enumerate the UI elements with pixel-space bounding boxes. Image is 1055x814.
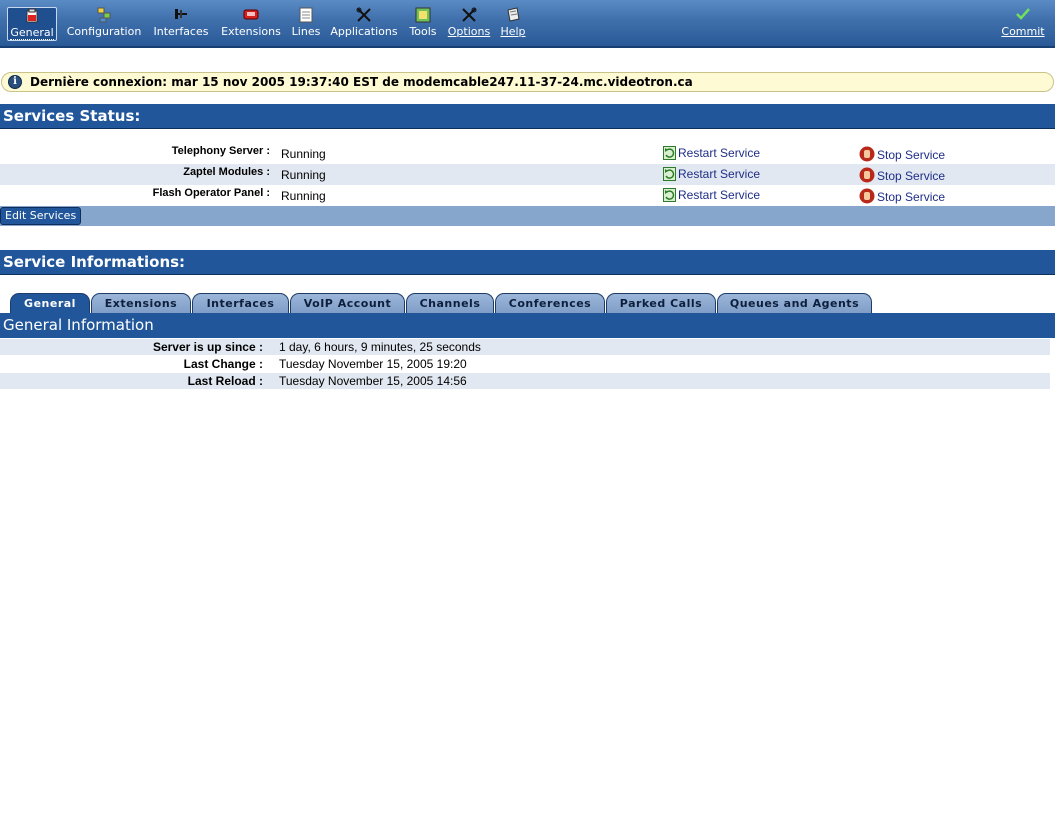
restart-service-link[interactable]: Restart Service xyxy=(663,167,760,184)
stop-service-label: Stop Service xyxy=(877,169,946,183)
configuration-icon xyxy=(64,7,144,25)
last-login-text: Dernière connexion: mar 15 nov 2005 19:3… xyxy=(30,75,693,89)
info-row: Server is up since : 1 day, 6 hours, 9 m… xyxy=(0,339,1050,355)
toolbar-applications-button[interactable]: Applications xyxy=(329,7,399,41)
options-icon xyxy=(447,7,491,25)
stop-hand-icon xyxy=(859,188,875,207)
stop-service-link[interactable]: Stop Service xyxy=(859,188,945,207)
service-status: Running xyxy=(281,168,326,182)
toolbar-applications-label: Applications xyxy=(330,25,398,38)
info-value: Tuesday November 15, 2005 19:20 xyxy=(279,357,467,371)
tab-conferences[interactable]: Conferences xyxy=(495,293,605,313)
toolbar-extensions-button[interactable]: Extensions xyxy=(219,7,283,41)
toolbar-commit-label: Commit xyxy=(1001,25,1045,38)
restart-service-link[interactable]: Restart Service xyxy=(663,188,760,205)
service-row: Flash Operator Panel : Running Restart S… xyxy=(0,185,1055,206)
restart-service-label: Restart Service xyxy=(678,167,761,181)
stop-hand-icon xyxy=(859,167,875,186)
applications-icon xyxy=(329,7,399,25)
edit-services-bar: Edit Services xyxy=(0,206,1055,226)
info-row: Last Change : Tuesday November 15, 2005 … xyxy=(0,356,1050,372)
toolbar-options-button[interactable]: Options xyxy=(447,7,491,41)
restart-service-label: Restart Service xyxy=(678,146,761,160)
info-value: 1 day, 6 hours, 9 minutes, 25 seconds xyxy=(279,340,481,354)
services-status-header: Services Status: xyxy=(0,104,1055,129)
info-icon: i xyxy=(8,75,22,89)
tab-queues-and-agents[interactable]: Queues and Agents xyxy=(717,293,872,313)
restart-service-link[interactable]: Restart Service xyxy=(663,146,760,163)
toolbar-extensions-label: Extensions xyxy=(221,25,281,38)
general-information-header: General Information xyxy=(0,313,1055,338)
restart-service-label: Restart Service xyxy=(678,188,761,202)
restart-icon xyxy=(663,146,676,163)
info-label: Last Change : xyxy=(183,357,263,371)
restart-icon xyxy=(663,167,676,184)
toolbar-configuration-label: Configuration xyxy=(66,25,142,38)
toolbar-options-label: Options xyxy=(447,25,491,38)
toolbar-configuration-button[interactable]: Configuration xyxy=(64,7,144,41)
toolbar-help-button[interactable]: Help xyxy=(498,7,528,41)
service-status: Running xyxy=(281,147,326,161)
stop-service-link[interactable]: Stop Service xyxy=(859,167,945,186)
service-status: Running xyxy=(281,189,326,203)
edit-services-button[interactable]: Edit Services xyxy=(0,207,82,225)
info-label: Server is up since : xyxy=(152,340,263,354)
tab-parked-calls[interactable]: Parked Calls xyxy=(606,293,716,313)
service-name: Telephony Server : xyxy=(171,145,270,157)
stop-hand-icon xyxy=(859,146,875,165)
toolbar-commit-button[interactable]: Commit xyxy=(998,7,1048,41)
tab-voip-account[interactable]: VoIP Account xyxy=(290,293,405,313)
general-icon xyxy=(10,8,54,26)
toolbar-lines-label: Lines xyxy=(291,25,321,38)
toolbar-lines-button[interactable]: Lines xyxy=(289,7,323,41)
tab-channels[interactable]: Channels xyxy=(406,293,494,313)
toolbar-general-label: General xyxy=(10,26,54,40)
tools-icon xyxy=(406,7,440,25)
service-row: Telephony Server : Running Restart Servi… xyxy=(0,143,1055,164)
toolbar-interfaces-label: Interfaces xyxy=(153,25,209,38)
service-name: Zaptel Modules : xyxy=(183,166,270,178)
tab-general[interactable]: General xyxy=(10,293,90,313)
restart-icon xyxy=(663,188,676,205)
last-login-bar: i Dernière connexion: mar 15 nov 2005 19… xyxy=(1,72,1054,92)
info-row: Last Reload : Tuesday November 15, 2005 … xyxy=(0,373,1050,389)
stop-service-label: Stop Service xyxy=(877,148,946,162)
tab-extensions[interactable]: Extensions xyxy=(91,293,191,313)
service-row: Zaptel Modules : Running Restart Service… xyxy=(0,164,1055,185)
main-toolbar: General Configuration Interfaces Extensi… xyxy=(0,0,1055,48)
extensions-icon xyxy=(219,7,283,25)
toolbar-tools-label: Tools xyxy=(409,25,437,38)
interfaces-icon xyxy=(151,7,211,25)
help-icon xyxy=(498,7,528,25)
tab-interfaces[interactable]: Interfaces xyxy=(192,293,289,313)
stop-service-link[interactable]: Stop Service xyxy=(859,146,945,165)
info-value: Tuesday November 15, 2005 14:56 xyxy=(279,374,467,388)
service-informations-header: Service Informations: xyxy=(0,250,1055,275)
toolbar-help-label: Help xyxy=(500,25,526,38)
toolbar-tools-button[interactable]: Tools xyxy=(406,7,440,41)
service-name: Flash Operator Panel : xyxy=(152,187,270,199)
stop-service-label: Stop Service xyxy=(877,190,946,204)
info-label: Last Reload : xyxy=(187,374,263,388)
toolbar-interfaces-button[interactable]: Interfaces xyxy=(151,7,211,41)
check-icon xyxy=(998,7,1048,25)
toolbar-general-button[interactable]: General xyxy=(7,7,57,41)
lines-icon xyxy=(289,7,323,25)
